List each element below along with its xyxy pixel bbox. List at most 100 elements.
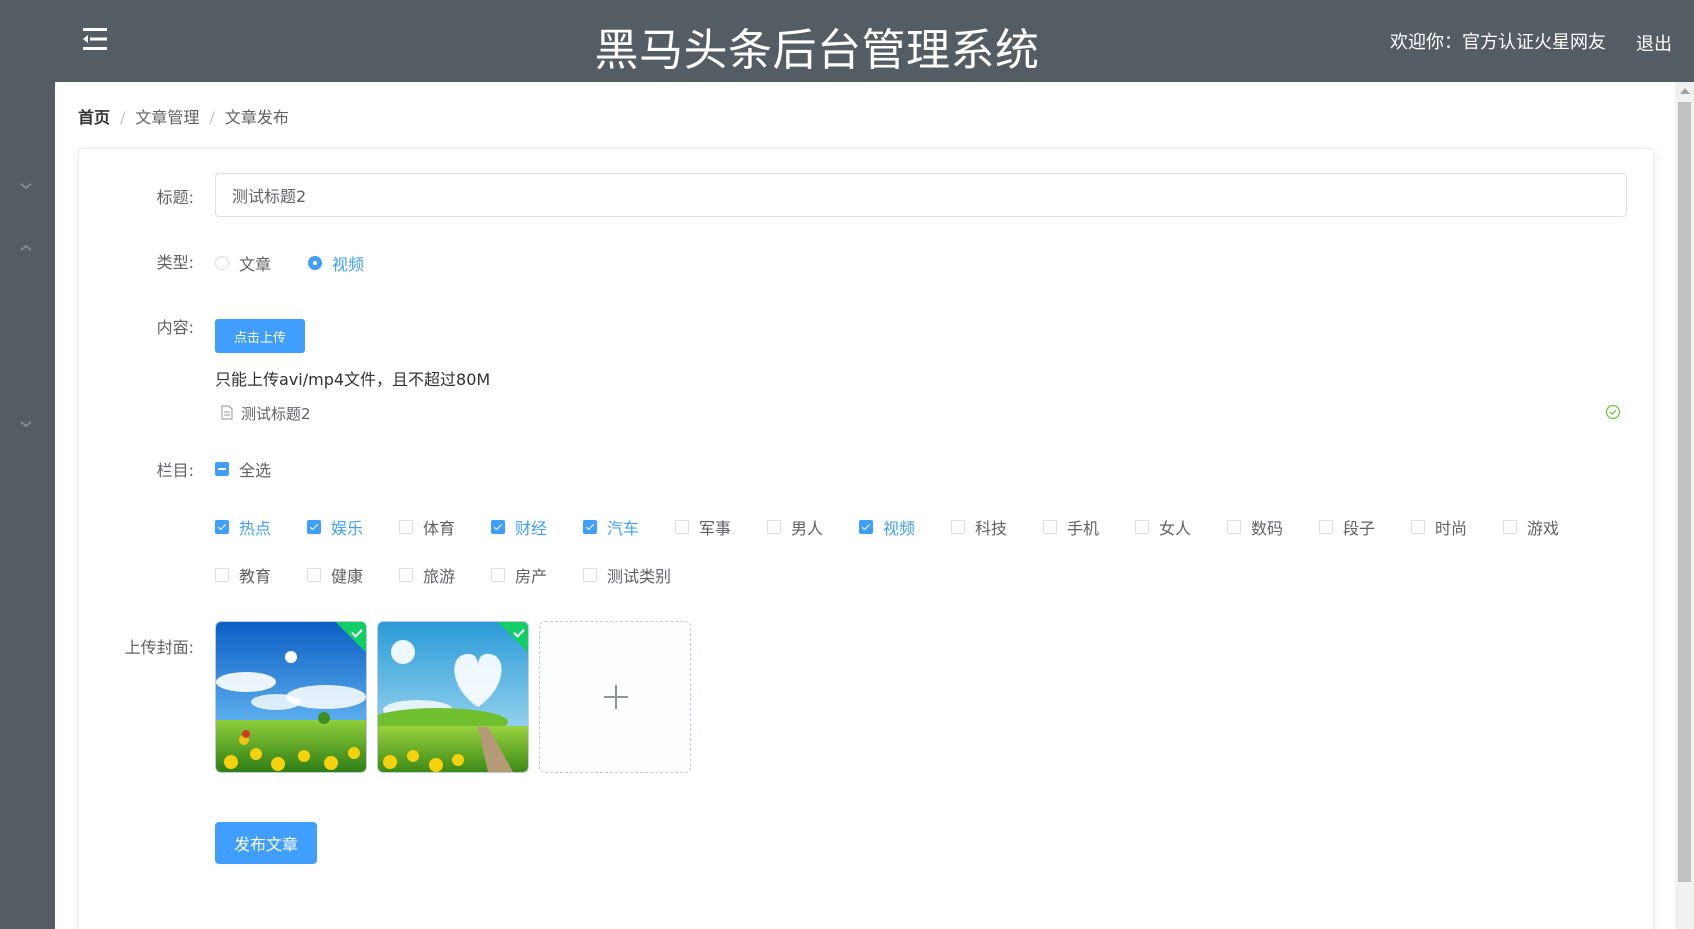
channel-checkbox[interactable]: 测试类别	[583, 563, 671, 587]
breadcrumb-separator: /	[209, 108, 215, 127]
checkbox-label: 游戏	[1527, 519, 1560, 538]
checkbox-box	[491, 568, 505, 582]
checkbox-box	[583, 520, 597, 534]
checkbox-box	[215, 568, 229, 582]
channel-checkbox[interactable]: 娱乐	[307, 515, 363, 539]
scrollbar-thumb[interactable]	[1678, 102, 1691, 882]
checkbox-box	[859, 520, 873, 534]
checkbox-box	[583, 568, 597, 582]
checkbox-label: 热点	[239, 519, 272, 538]
channel-checkbox[interactable]: 房产	[491, 563, 547, 587]
channel-checkbox[interactable]: 军事	[675, 515, 731, 539]
channel-checkbox[interactable]: 数码	[1227, 515, 1283, 539]
breadcrumb-home[interactable]: 首页	[78, 108, 110, 127]
channel-checkbox[interactable]: 体育	[399, 515, 455, 539]
checkbox-label: 旅游	[423, 567, 456, 586]
breadcrumb-item: 文章发布	[224, 108, 289, 127]
type-radio-article[interactable]: 文章	[215, 251, 271, 275]
app-header: 黑马头条后台管理系统 欢迎你：官方认证火星网友 退出	[0, 0, 1694, 82]
checkbox-label: 军事	[699, 519, 732, 538]
channel-checkbox[interactable]: 财经	[491, 515, 547, 539]
channel-checkbox[interactable]: 手机	[1043, 515, 1099, 539]
checkbox-box	[1135, 520, 1149, 534]
checkbox-label: 房产	[515, 567, 548, 586]
checkbox-label: 数码	[1251, 519, 1284, 538]
scroll-up-arrow[interactable]	[1680, 88, 1690, 94]
checkbox-box	[767, 520, 781, 534]
checkbox-label: 男人	[791, 519, 824, 538]
chevron-up-icon[interactable]	[18, 242, 34, 254]
radio-circle	[215, 256, 229, 270]
checkbox-label: 科技	[975, 519, 1008, 538]
publish-form-card: 标题: 类型: 文章 视频 内容: 点击上传 只能上传avi/mp4文件，且不超…	[78, 148, 1654, 929]
logout-link[interactable]: 退出	[1636, 30, 1672, 56]
type-radio-video[interactable]: 视频	[308, 251, 364, 275]
checkbox-label: 时尚	[1435, 519, 1468, 538]
checkbox-box	[1503, 520, 1517, 534]
publish-article-button[interactable]: 发布文章	[215, 822, 317, 864]
checkbox-box	[491, 520, 505, 534]
checkbox-label: 体育	[423, 519, 456, 538]
checkbox-label: 健康	[331, 567, 364, 586]
chevron-down-icon[interactable]	[18, 418, 34, 430]
checkbox-box	[675, 520, 689, 534]
checkbox-box	[399, 568, 413, 582]
breadcrumb: 首页 / 文章管理 / 文章发布	[78, 104, 289, 128]
channel-checkbox[interactable]: 教育	[215, 563, 271, 587]
channel-checkbox[interactable]: 旅游	[399, 563, 455, 587]
channel-checkbox[interactable]: 游戏	[1503, 515, 1559, 539]
checkbox-label: 女人	[1159, 519, 1192, 538]
cover-thumbnail[interactable]	[215, 621, 367, 773]
select-all-checkbox[interactable]: 全选	[215, 457, 271, 481]
checkbox-label: 财经	[515, 519, 548, 538]
upload-video-button[interactable]: 点击上传	[215, 319, 305, 353]
checkbox-label: 娱乐	[331, 519, 364, 538]
checkbox-box	[1319, 520, 1333, 534]
channel-checkbox[interactable]: 男人	[767, 515, 823, 539]
checkbox-label: 段子	[1343, 519, 1376, 538]
page-scrollbar[interactable]	[1675, 82, 1694, 929]
checkbox-box	[215, 520, 229, 534]
document-icon	[221, 405, 233, 420]
title-label: 标题:	[156, 188, 194, 207]
cover-thumbnail[interactable]	[377, 621, 529, 773]
type-label: 类型:	[156, 253, 194, 272]
channel-checkbox[interactable]: 视频	[859, 515, 915, 539]
channel-checkbox[interactable]: 热点	[215, 515, 271, 539]
checkbox-box	[215, 462, 229, 476]
radio-circle	[308, 256, 322, 270]
channel-checkbox[interactable]: 汽车	[583, 515, 639, 539]
checkbox-label: 视频	[883, 519, 916, 538]
channel-checkbox[interactable]: 女人	[1135, 515, 1191, 539]
radio-label: 文章	[239, 255, 272, 274]
channel-checkbox[interactable]: 健康	[307, 563, 363, 587]
welcome-text: 欢迎你：官方认证火星网友	[1390, 32, 1606, 53]
content-label: 内容:	[156, 318, 194, 337]
checkbox-label: 全选	[239, 461, 272, 480]
channel-checkbox[interactable]: 段子	[1319, 515, 1375, 539]
checkbox-label: 手机	[1067, 519, 1100, 538]
checkbox-box	[307, 568, 321, 582]
upload-tip: 只能上传avi/mp4文件，且不超过80M	[215, 370, 491, 389]
add-cover-button[interactable]	[539, 621, 691, 773]
circle-check-icon	[1605, 404, 1621, 420]
main-content: 首页 / 文章管理 / 文章发布 标题: 类型: 文章 视频 内容: 点击上传 只能上传…	[55, 82, 1675, 929]
radio-label: 视频	[332, 255, 365, 274]
checkbox-box	[307, 520, 321, 534]
title-input[interactable]	[215, 173, 1627, 217]
plus-icon	[615, 685, 617, 709]
channel-checkbox[interactable]: 时尚	[1411, 515, 1467, 539]
cover-image-heart-cloud	[378, 622, 528, 772]
channel-label: 栏目:	[156, 461, 194, 480]
checkbox-label: 测试类别	[607, 567, 672, 586]
breadcrumb-item: 文章管理	[135, 108, 200, 127]
checkbox-box	[1227, 520, 1241, 534]
checkbox-box	[399, 520, 413, 534]
channel-checkbox[interactable]: 科技	[951, 515, 1007, 539]
chevron-down-icon[interactable]	[18, 180, 34, 192]
breadcrumb-separator: /	[120, 108, 126, 127]
checkbox-label: 汽车	[607, 519, 640, 538]
uploaded-file-item[interactable]: 测试标题2	[215, 400, 1627, 426]
checkbox-box	[1043, 520, 1057, 534]
checkbox-label: 教育	[239, 567, 272, 586]
